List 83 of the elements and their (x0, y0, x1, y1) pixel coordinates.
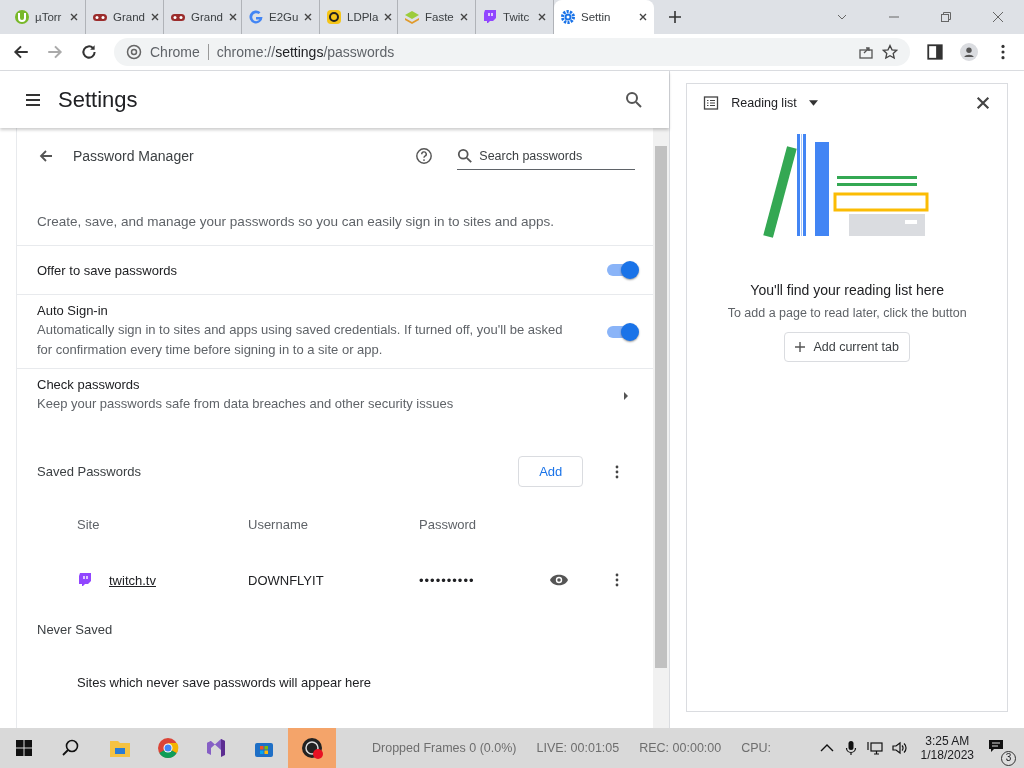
column-header: Site (77, 517, 101, 532)
close-icon[interactable] (992, 11, 1004, 23)
empty-message: Sites which never save passwords will appear here (76, 674, 373, 690)
empty-heading: You'll find your reading list here (750, 282, 944, 298)
search-icon[interactable] (60, 738, 80, 758)
close-icon[interactable] (227, 12, 238, 22)
caret-icon[interactable] (808, 100, 818, 106)
circle-icon (326, 9, 342, 25)
browser-tab[interactable]: Settin (554, 0, 654, 34)
url-text: chrome://settings/passwords (216, 44, 395, 60)
profile-icon[interactable] (960, 43, 978, 61)
star-icon[interactable] (882, 44, 898, 60)
network-icon[interactable] (866, 740, 883, 756)
option-title: Offer to save passwords (37, 262, 178, 278)
add-current-tab-button[interactable]: Add current tab (784, 332, 910, 362)
description-text: Create, save, and manage your passwords so you can easily sign in to sites and apps. (36, 213, 556, 231)
gear-icon (560, 9, 576, 25)
scrollbar[interactable] (653, 128, 670, 728)
plus-icon (795, 342, 806, 352)
browser-tab[interactable]: Grand (86, 0, 164, 34)
restore-icon[interactable] (940, 11, 952, 23)
windows-start-icon[interactable] (14, 738, 34, 758)
close-icon[interactable] (638, 12, 648, 22)
browser-tab[interactable]: Grand (164, 0, 242, 34)
close-icon[interactable] (149, 12, 160, 22)
close-icon[interactable] (537, 12, 547, 22)
username-cell-text: DOWNFLYIT (248, 572, 325, 588)
new-tab-icon[interactable] (668, 10, 682, 24)
search-icon[interactable] (625, 90, 644, 109)
site-link[interactable]: twitch.tv (109, 572, 156, 588)
section-title: Password Manager (73, 148, 194, 164)
reload-icon[interactable] (80, 43, 98, 61)
status-text: REC: 00:00:00 (639, 741, 722, 755)
empty-message: To add a page to read later, click the button (727, 306, 967, 320)
record-icon[interactable] (288, 728, 336, 768)
address-bar[interactable]: Chrome chrome://settings/passwords (114, 38, 910, 66)
browser-tab[interactable]: LDPla (320, 0, 398, 34)
clock-date: 1/18/2023 (920, 748, 974, 762)
close-icon[interactable] (383, 12, 394, 22)
status-text: CPU: (741, 741, 772, 755)
browser-tab[interactable]: Faste (398, 0, 476, 34)
panel-dropdown[interactable]: Reading list (731, 96, 797, 110)
toggle-switch[interactable] (607, 264, 638, 276)
stack-icon (404, 9, 420, 25)
page-title: Settings (58, 86, 138, 113)
column-header: Password (419, 517, 478, 532)
search-field[interactable]: Search passwords (477, 147, 632, 164)
close-icon[interactable] (975, 95, 991, 111)
chat-bubble-icon (482, 9, 498, 25)
add-button[interactable]: Add (518, 456, 584, 487)
close-icon[interactable] (459, 12, 469, 22)
chat-bubble-icon (77, 572, 93, 588)
section-heading: Never Saved (36, 622, 114, 637)
option-title: Check passwords (37, 377, 141, 392)
browser-tab[interactable]: µTorr (8, 0, 86, 34)
search-icon[interactable] (457, 147, 474, 164)
status-text: LIVE: 00:01:05 (536, 741, 620, 755)
option-description: Keep your passwords safe from data breaches and other security issues (37, 395, 455, 413)
chrome-icon (126, 44, 142, 60)
option-title: Auto Sign-in (37, 303, 109, 318)
eye-icon[interactable] (549, 573, 569, 587)
list-icon (703, 95, 720, 111)
section-heading: Saved Passwords (37, 464, 142, 479)
circle-icon (14, 9, 30, 25)
close-icon[interactable] (303, 12, 314, 22)
notification-icon[interactable] (988, 738, 1004, 754)
notification-count: 3 (1001, 751, 1016, 766)
side-panel-icon[interactable] (926, 43, 944, 61)
google-icon (248, 9, 264, 25)
close-icon[interactable] (69, 12, 79, 22)
password-cell-text: •••••••••• (419, 572, 476, 588)
arrow-right-icon[interactable] (623, 390, 630, 401)
share-icon[interactable] (858, 44, 874, 60)
option-description: Automatically sign in to sites and apps using saved credentials. If turned off, you'll be asked for confirmation every time before signing in to a site or app. (37, 321, 564, 359)
browser-tab[interactable]: E2Gu (242, 0, 320, 34)
clock-time: 3:25 AM (925, 734, 970, 748)
status-text: Dropped Frames 0 (0.0%) (372, 741, 517, 755)
toggle-switch[interactable] (607, 325, 638, 338)
column-header: Username (248, 517, 309, 532)
site-label: Chrome (150, 44, 200, 60)
help-icon[interactable] (415, 147, 434, 165)
speaker-icon[interactable] (890, 740, 907, 756)
back-icon[interactable] (12, 43, 30, 61)
